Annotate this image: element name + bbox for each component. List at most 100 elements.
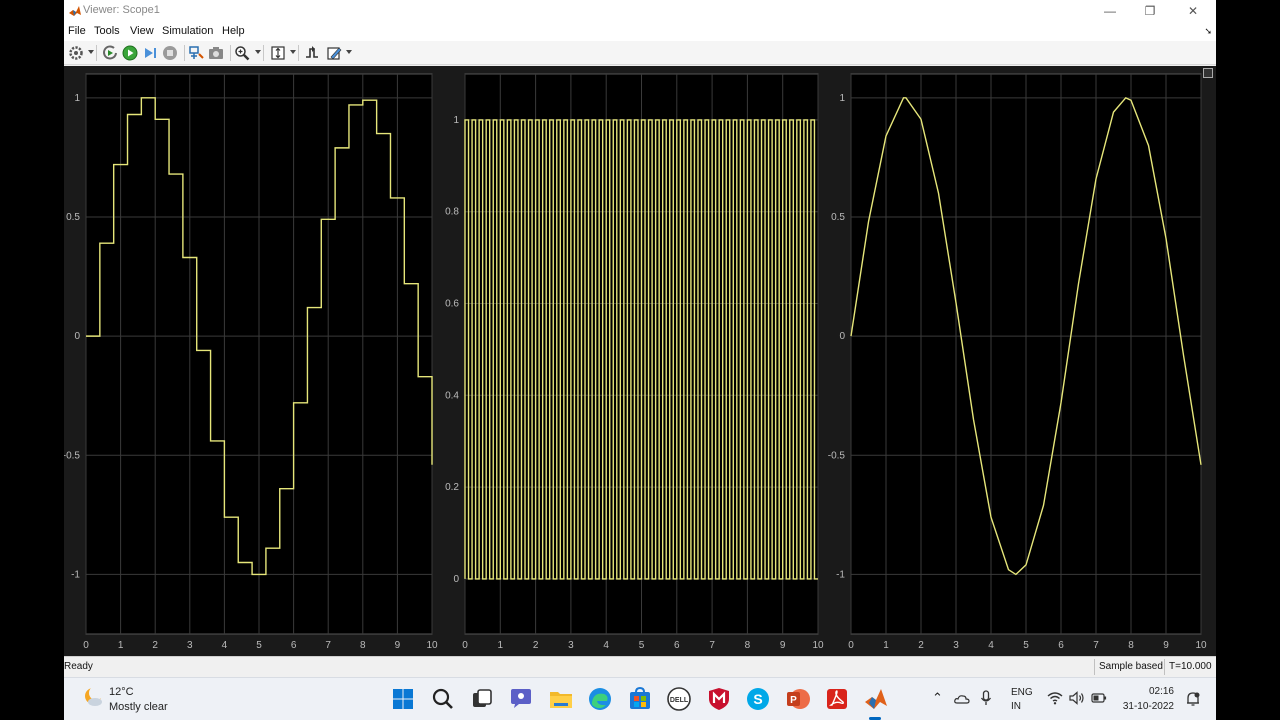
language-indicator[interactable]: ENG — [1011, 687, 1033, 698]
task-view-icon[interactable] — [469, 686, 495, 712]
mcafee-icon[interactable] — [706, 686, 732, 712]
y-tick-label: 1 — [839, 93, 845, 104]
show-hidden-icons-chevron-icon[interactable]: ⌃ — [932, 690, 943, 706]
y-tick-label: -0.5 — [64, 450, 80, 461]
toolbar-separator — [230, 45, 231, 61]
autoscale-icon[interactable] — [270, 45, 286, 61]
clock-date[interactable]: 31-10-2022 — [1104, 701, 1174, 712]
signal-line-pulse-train — [464, 119, 818, 580]
y-tick-label: 0 — [74, 331, 80, 342]
svg-text:S: S — [753, 691, 762, 707]
store-icon[interactable] — [627, 686, 653, 712]
chat-icon[interactable] — [508, 686, 534, 712]
x-tick-label: 10 — [426, 640, 438, 651]
y-tick-label: -1 — [71, 569, 80, 580]
x-tick-label: 2 — [918, 640, 924, 651]
title-bar: Viewer: Scope1 — ❐ ✕ — [64, 0, 1216, 22]
matlab-app-icon — [69, 6, 81, 16]
menu-tools[interactable]: Tools — [94, 25, 120, 37]
status-ready: Ready — [64, 661, 93, 672]
gear-dropdown-icon[interactable] — [88, 50, 94, 54]
y-tick-label: 1 — [74, 93, 80, 104]
minimize-button[interactable]: — — [1100, 2, 1120, 20]
menu-bar: File Tools View Simulation Help ➘ — [64, 22, 1216, 41]
svg-text:DELL: DELL — [670, 697, 689, 704]
clock-time[interactable]: 02:16 — [1104, 686, 1174, 697]
menu-overflow-arrow[interactable]: ➘ — [1204, 26, 1212, 37]
style-dropdown-icon[interactable] — [346, 50, 352, 54]
powerpoint-icon[interactable]: P — [785, 686, 811, 712]
x-tick-label: 6 — [674, 640, 680, 651]
x-tick-label: 4 — [603, 640, 609, 651]
y-tick-label: 0.5 — [831, 212, 845, 223]
search-icon[interactable] — [430, 686, 456, 712]
wifi-icon[interactable] — [1047, 691, 1063, 705]
x-tick-label: 1 — [498, 640, 504, 651]
x-tick-label: 4 — [988, 640, 994, 651]
weather-description[interactable]: Mostly clear — [109, 701, 168, 713]
status-sim-time: T=10.000 — [1164, 659, 1216, 675]
y-tick-label: 0 — [839, 331, 845, 342]
x-tick-label: 5 — [639, 640, 645, 651]
x-tick-label: 9 — [780, 640, 786, 651]
x-tick-label: 2 — [533, 640, 539, 651]
zoom-dropdown-icon[interactable] — [255, 50, 261, 54]
volume-icon[interactable] — [1069, 691, 1085, 705]
x-tick-label: 8 — [745, 640, 751, 651]
dell-icon[interactable]: DELL — [666, 686, 692, 712]
x-tick-label: 3 — [953, 640, 959, 651]
menu-view[interactable]: View — [130, 25, 154, 37]
x-tick-label: 8 — [1128, 640, 1134, 651]
style-icon[interactable] — [326, 45, 342, 61]
zoom-icon[interactable] — [234, 45, 250, 61]
x-tick-label: 3 — [187, 640, 193, 651]
moon-cloud-icon[interactable] — [82, 686, 104, 708]
x-tick-label: 5 — [1023, 640, 1029, 651]
x-tick-label: 10 — [1195, 640, 1207, 651]
toolbar-separator — [298, 45, 299, 61]
x-tick-label: 0 — [83, 640, 89, 651]
microphone-icon[interactable] — [980, 690, 992, 706]
matlab-icon[interactable] — [863, 686, 889, 712]
file-explorer-icon[interactable] — [548, 686, 574, 712]
x-tick-label: 0 — [462, 640, 468, 651]
x-tick-label: 1 — [118, 640, 124, 651]
screen: Viewer: Scope1 — ❐ ✕ File Tools View Sim… — [64, 0, 1216, 720]
run-back-icon[interactable] — [102, 45, 118, 61]
menu-simulation[interactable]: Simulation — [162, 25, 213, 37]
x-tick-label: 8 — [360, 640, 366, 651]
autoscale-dropdown-icon[interactable] — [290, 50, 296, 54]
restore-button[interactable]: ❐ — [1140, 2, 1160, 20]
onedrive-cloud-icon[interactable] — [954, 691, 970, 705]
edge-browser-icon[interactable] — [587, 686, 613, 712]
menu-file[interactable]: File — [68, 25, 86, 37]
acrobat-icon[interactable] — [824, 686, 850, 712]
language-region[interactable]: IN — [1011, 701, 1021, 712]
x-tick-label: 6 — [291, 640, 297, 651]
toolbar-separator — [184, 45, 185, 61]
x-tick-label: 6 — [1058, 640, 1064, 651]
toolbar-separator — [96, 45, 97, 61]
y-tick-label: 0.6 — [445, 299, 459, 310]
y-tick-label: 0.4 — [445, 390, 459, 401]
snapshot-icon[interactable] — [208, 45, 224, 61]
step-forward-icon[interactable] — [142, 45, 158, 61]
triggers-icon[interactable] — [304, 45, 320, 61]
x-tick-label: 10 — [812, 640, 824, 651]
x-tick-label: 7 — [325, 640, 331, 651]
notification-bell-icon[interactable] — [1185, 691, 1201, 707]
stop-icon[interactable] — [162, 45, 178, 61]
y-tick-label: 0 — [453, 574, 459, 585]
gear-icon[interactable] — [68, 45, 84, 61]
close-button[interactable]: ✕ — [1183, 2, 1203, 20]
undock-icon[interactable] — [1203, 68, 1213, 78]
scope-plots[interactable]: 0 1 2 3 4 5 6 7 8 9 1010.50-0.5-10 1 2 3 4 5 6 7 8 9 1010.80… — [64, 66, 1216, 656]
windows-start-icon[interactable] — [390, 686, 416, 712]
x-tick-label: 2 — [152, 640, 158, 651]
x-tick-label: 7 — [709, 640, 715, 651]
menu-help[interactable]: Help — [222, 25, 245, 37]
weather-temperature[interactable]: 12°C — [109, 686, 134, 698]
highlight-block-icon[interactable] — [188, 45, 204, 61]
skype-icon[interactable]: S — [745, 686, 771, 712]
run-icon[interactable] — [122, 45, 138, 61]
